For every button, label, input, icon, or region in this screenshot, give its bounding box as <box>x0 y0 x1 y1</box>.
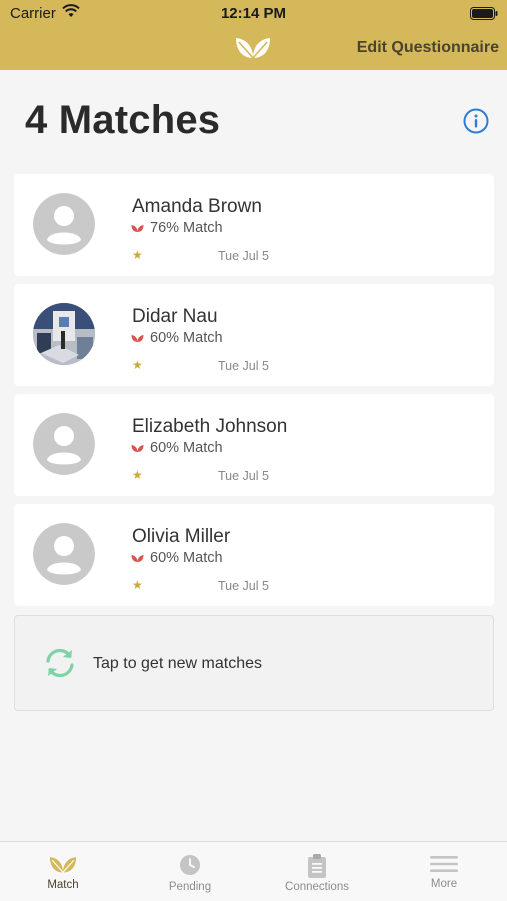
match-card-elizabeth-johnson[interactable]: Elizabeth Johnson 60% Match ★ Tue Jul 5 <box>14 394 494 496</box>
match-name: Amanda Brown <box>132 196 262 217</box>
match-card-olivia-miller[interactable]: Olivia Miller 60% Match ★ Tue Jul 5 <box>14 504 494 606</box>
avatar-placeholder <box>33 413 95 475</box>
tab-label: Connections <box>285 881 349 893</box>
match-name: Elizabeth Johnson <box>132 416 288 437</box>
match-name: Didar Nau <box>132 306 218 327</box>
page-title: 4 Matches <box>25 98 221 142</box>
tab-label: Match <box>47 879 79 891</box>
top-header: Carrier 12:14 PM Edit Questionnaire <box>0 0 507 70</box>
match-date: Tue Jul 5 <box>218 359 269 373</box>
battery-icon <box>470 7 498 25</box>
bottom-tab-bar: Match Pending Connections More <box>0 841 507 901</box>
clipboard-icon <box>254 854 380 883</box>
match-date: Tue Jul 5 <box>218 469 269 483</box>
match-percentage: 76% Match <box>150 220 223 236</box>
match-date: Tue Jul 5 <box>218 579 269 593</box>
match-card-didar-nau[interactable]: Didar Nau 60% Match ★ Tue Jul 5 <box>14 284 494 386</box>
match-percentage: 60% Match <box>150 440 223 456</box>
match-percentage-row: 60% Match <box>131 550 223 566</box>
avatar-placeholder <box>33 193 95 255</box>
matches-list: Amanda Brown 76% Match ★ Tue Jul 5 Didar… <box>14 174 494 614</box>
info-icon[interactable] <box>463 108 489 134</box>
leaf-icon <box>0 854 126 879</box>
edit-questionnaire-button[interactable]: Edit Questionnaire <box>357 39 499 57</box>
avatar-photo <box>33 303 95 365</box>
match-name: Olivia Miller <box>132 526 231 547</box>
tab-match[interactable]: Match <box>0 842 126 901</box>
clock-time: 12:14 PM <box>220 5 287 22</box>
match-percentage-row: 60% Match <box>131 330 223 346</box>
tab-pending[interactable]: Pending <box>127 842 253 901</box>
match-card-amanda-brown[interactable]: Amanda Brown 76% Match ★ Tue Jul 5 <box>14 174 494 276</box>
match-heart-icon <box>131 224 144 232</box>
match-percentage: 60% Match <box>150 330 223 346</box>
refresh-icon <box>43 646 77 685</box>
tab-label: Pending <box>168 881 212 893</box>
match-heart-icon <box>131 554 144 562</box>
menu-icon <box>381 854 507 879</box>
leaf-logo-icon <box>234 34 272 65</box>
star-icon[interactable]: ★ <box>132 358 143 372</box>
status-bar: Carrier 12:14 PM <box>0 0 507 28</box>
match-date: Tue Jul 5 <box>218 249 269 263</box>
match-heart-icon <box>131 334 144 342</box>
match-percentage-row: 60% Match <box>131 440 223 456</box>
avatar-placeholder <box>33 523 95 585</box>
match-percentage-row: 76% Match <box>131 220 223 236</box>
clock-icon <box>127 854 253 881</box>
star-icon[interactable]: ★ <box>132 248 143 262</box>
star-icon[interactable]: ★ <box>132 578 143 592</box>
star-icon[interactable]: ★ <box>132 468 143 482</box>
match-heart-icon <box>131 444 144 452</box>
match-percentage: 60% Match <box>150 550 223 566</box>
tab-label: More <box>430 878 458 890</box>
get-new-matches-label: Tap to get new matches <box>93 655 262 672</box>
get-new-matches-button[interactable]: Tap to get new matches <box>14 615 494 711</box>
tab-connections[interactable]: Connections <box>254 842 380 901</box>
tab-more[interactable]: More <box>381 842 507 901</box>
